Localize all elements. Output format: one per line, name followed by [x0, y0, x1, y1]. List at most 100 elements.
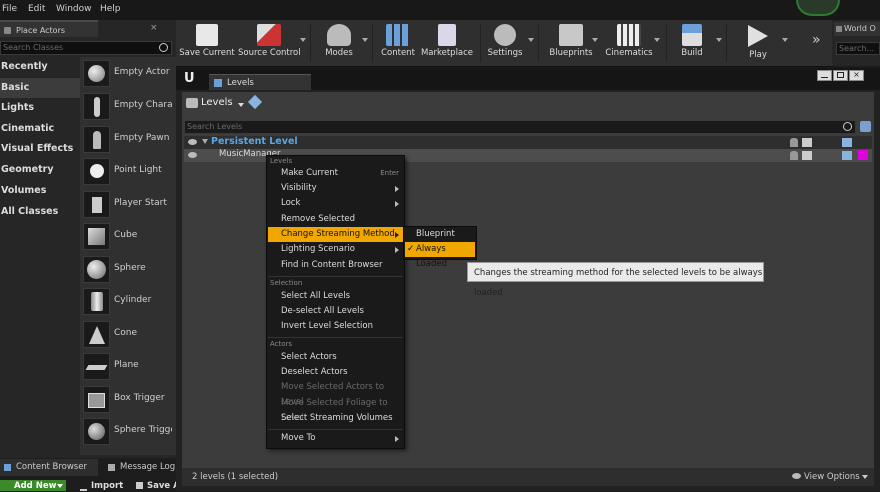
menu-move-to[interactable]: Move To [268, 431, 403, 446]
category-geometry[interactable]: Geometry [0, 160, 81, 180]
persistent-level-row[interactable]: Persistent Level [184, 136, 872, 149]
import-icon [80, 482, 87, 491]
menu-file[interactable]: File [2, 4, 17, 14]
actor-empty-actor[interactable]: Empty Actor [81, 58, 173, 90]
close-window-button[interactable]: × [849, 70, 864, 81]
settings-dropdown-icon[interactable] [528, 38, 534, 42]
menu-help[interactable]: Help [100, 4, 121, 14]
menu-make-current[interactable]: Make Current Enter [268, 166, 403, 181]
maximize-button[interactable] [833, 70, 848, 81]
sphere-icon [83, 256, 110, 283]
source-control-dropdown-icon[interactable] [300, 38, 306, 42]
actor-empty-pawn[interactable]: Empty Pawn [81, 124, 173, 156]
add-level-icon[interactable] [247, 94, 263, 110]
category-recently-placed[interactable]: Recently Placed [0, 57, 81, 92]
menu-item-label: Lock [281, 198, 301, 208]
menu-streaming-always-loaded[interactable]: ✓ Always Loaded [405, 242, 475, 269]
menu-change-streaming-method[interactable]: Change Streaming Method [268, 227, 403, 242]
chevron-down-icon[interactable] [862, 475, 868, 479]
view-options-button[interactable]: View Options [804, 472, 860, 482]
actor-cube[interactable]: Cube [81, 221, 173, 253]
menu-deselect-actors[interactable]: Deselect Actors [268, 365, 403, 380]
submenu-arrow-icon [395, 232, 399, 238]
actor-empty-character[interactable]: Empty Character [81, 91, 173, 123]
category-volumes[interactable]: Volumes [0, 181, 81, 201]
content-browser-tab[interactable]: Content Browser [0, 459, 98, 476]
levels-tab[interactable]: Levels [209, 74, 311, 90]
menu-select-all-levels[interactable]: Select All Levels [268, 289, 403, 304]
play-button[interactable]: Play [736, 22, 780, 64]
cinematics-dropdown-icon[interactable] [654, 38, 660, 42]
source-control-button[interactable]: Source Control [238, 22, 301, 64]
menu-lighting-scenario[interactable]: Lighting Scenario [268, 242, 403, 257]
cinematics-button[interactable]: Cinematics [604, 22, 654, 64]
lock-icon[interactable] [790, 151, 798, 160]
actor-player-start[interactable]: Player Start [81, 189, 173, 221]
actor-plane[interactable]: Plane [81, 351, 173, 383]
menu-window[interactable]: Window [56, 4, 92, 14]
levels-stack-icon [186, 98, 198, 108]
minimize-button[interactable] [817, 70, 832, 81]
actor-sphere-trigger[interactable]: Sphere Trigger [81, 416, 173, 448]
category-cinematic[interactable]: Cinematic [0, 119, 81, 139]
settings-button[interactable]: Settings [484, 22, 526, 64]
level-color-swatch[interactable] [858, 150, 868, 160]
actor-cone[interactable]: Cone [81, 319, 173, 351]
world-search-input[interactable]: Search... [836, 42, 880, 55]
add-new-button[interactable]: Add New [0, 480, 66, 491]
blueprints-button[interactable]: Blueprints [546, 22, 596, 64]
save-level-icon[interactable] [802, 138, 812, 147]
levels-settings-icon[interactable] [860, 121, 871, 132]
eye-icon[interactable] [188, 139, 197, 145]
menu-edit[interactable]: Edit [28, 4, 45, 14]
world-outliner-tab[interactable]: World O [834, 22, 880, 36]
build-dropdown-icon[interactable] [716, 38, 722, 42]
menu-deselect-all-levels[interactable]: De-select All Levels [268, 304, 403, 319]
eye-icon[interactable] [188, 152, 197, 158]
search-levels-input[interactable]: Search Levels [184, 120, 856, 134]
lock-icon[interactable] [790, 138, 798, 147]
menu-streaming-blueprint[interactable]: Blueprint [405, 227, 475, 242]
modes-button[interactable]: Modes [318, 22, 360, 64]
menu-lock[interactable]: Lock [268, 196, 403, 211]
actor-cylinder[interactable]: Cylinder [81, 286, 173, 318]
category-visual-effects[interactable]: Visual Effects [0, 139, 81, 159]
marketplace-button[interactable]: Marketplace [420, 22, 474, 64]
world-icon [836, 26, 842, 32]
levels-dropdown[interactable]: Levels [186, 95, 246, 111]
build-button[interactable]: Build [674, 22, 710, 64]
level-blueprint-icon[interactable] [842, 151, 852, 160]
toolbar-overflow-icon[interactable]: » [812, 32, 821, 48]
expand-arrow-icon[interactable] [202, 139, 208, 144]
menu-invert-level-selection[interactable]: Invert Level Selection [268, 319, 403, 334]
toolbar-separator [372, 24, 373, 62]
menu-visibility[interactable]: Visibility [268, 181, 403, 196]
place-actors-tab[interactable]: Place Actors [0, 20, 98, 37]
message-log-tab-label: Message Log [120, 462, 176, 472]
category-basic[interactable]: Basic [0, 78, 81, 98]
import-button[interactable]: Import [78, 480, 124, 491]
category-lights[interactable]: Lights [0, 98, 81, 118]
save-icon [196, 24, 218, 46]
play-dropdown-icon[interactable] [782, 38, 788, 42]
modes-dropdown-icon[interactable] [362, 38, 368, 42]
save-current-button[interactable]: Save Current [178, 22, 236, 64]
search-classes-input[interactable]: Search Classes [0, 41, 172, 55]
level-blueprint-icon[interactable] [842, 138, 852, 147]
menu-move-selected-actors: Move Selected Actors to Level [268, 380, 403, 407]
category-all-classes[interactable]: All Classes [0, 202, 81, 222]
actor-sphere[interactable]: Sphere [81, 254, 173, 286]
content-button[interactable]: Content [378, 22, 418, 64]
menu-item-label: Select Streaming Volumes [281, 413, 393, 423]
actor-box-trigger[interactable]: Box Trigger [81, 384, 173, 416]
save-level-icon[interactable] [802, 151, 812, 160]
menu-find-in-content-browser[interactable]: Find in Content Browser [268, 258, 403, 273]
close-icon[interactable]: × [150, 24, 158, 33]
menu-remove-selected[interactable]: Remove Selected [268, 212, 403, 227]
menu-select-actors[interactable]: Select Actors [268, 350, 403, 365]
message-log-tab[interactable]: Message Log [104, 459, 176, 476]
actor-point-light[interactable]: Point Light [81, 156, 173, 188]
save-all-button[interactable]: Save All [134, 480, 176, 491]
blueprints-dropdown-icon[interactable] [592, 38, 598, 42]
menu-select-streaming-volumes[interactable]: Select Streaming Volumes [268, 411, 403, 426]
